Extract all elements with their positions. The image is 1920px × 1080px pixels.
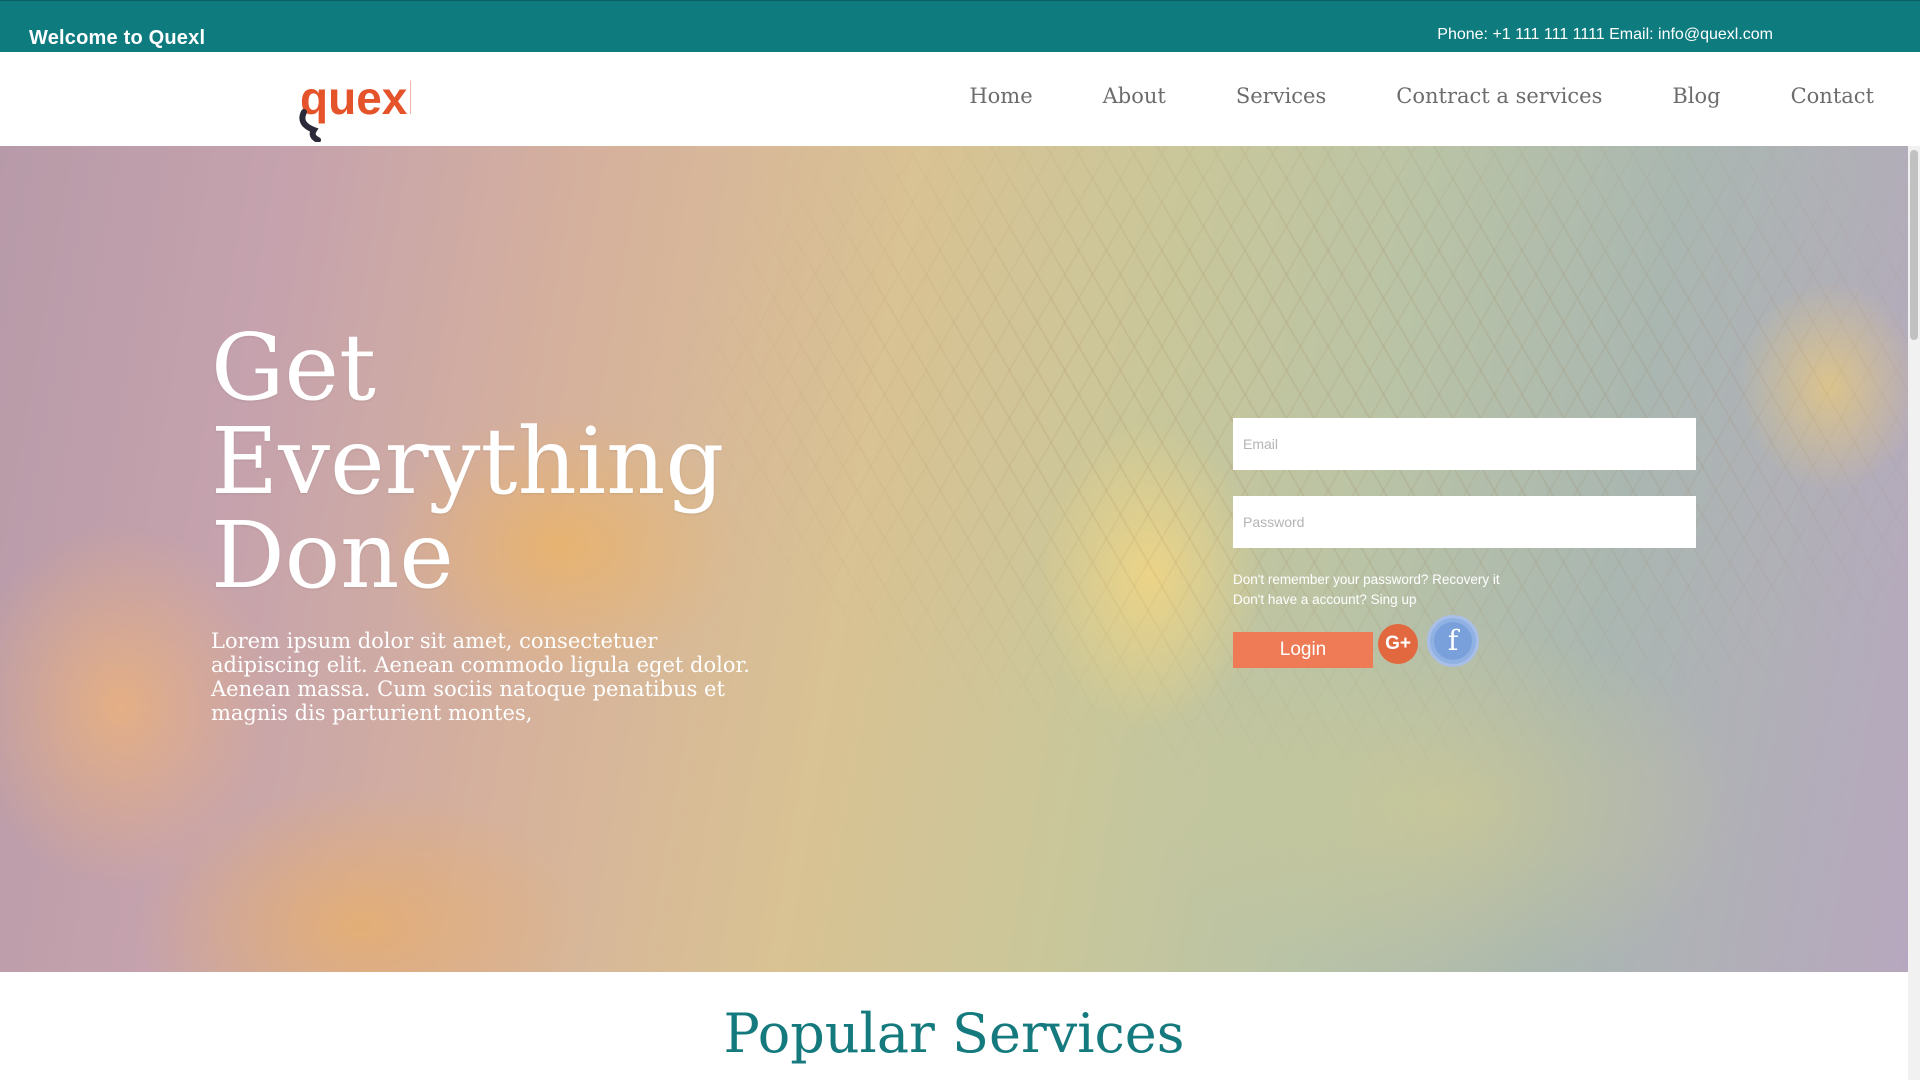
nav-contact[interactable]: Contact bbox=[1791, 84, 1874, 108]
recover-password-text[interactable]: Don't remember your password? Recovery i… bbox=[1233, 572, 1500, 587]
logo-text: quexl bbox=[300, 72, 411, 124]
facebook-glyph: f bbox=[1434, 622, 1472, 660]
login-button[interactable]: Login bbox=[1233, 632, 1373, 668]
scrollbar-thumb[interactable] bbox=[1910, 150, 1918, 340]
nav-home[interactable]: Home bbox=[969, 84, 1032, 108]
nav-services[interactable]: Services bbox=[1236, 84, 1326, 108]
signup-text[interactable]: Don't have a account? Sing up bbox=[1233, 592, 1416, 607]
hero-title: Get Everything Done bbox=[211, 314, 725, 609]
email-input[interactable] bbox=[1233, 418, 1696, 470]
main-nav: Home About Services Contract a services … bbox=[899, 84, 1874, 108]
popular-services-heading: Popular Services bbox=[723, 1002, 1185, 1065]
quexl-logo[interactable]: quexl bbox=[296, 64, 411, 142]
google-plus-icon[interactable]: G+ bbox=[1378, 624, 1418, 664]
nav-contract-services[interactable]: Contract a services bbox=[1396, 84, 1602, 108]
nav-about[interactable]: About bbox=[1103, 84, 1166, 108]
nav-blog[interactable]: Blog bbox=[1672, 84, 1720, 108]
top-bar: Welcome to Quexl Phone: +1 111 111 1111 … bbox=[0, 0, 1920, 75]
hero-banner: Get Everything Done Lorem ipsum dolor si… bbox=[0, 146, 1908, 972]
welcome-text: Welcome to Quexl bbox=[29, 27, 206, 49]
recover-password-link[interactable]: Don't remember your password? Recovery i… bbox=[1233, 572, 1500, 587]
contact-info: Phone: +1 111 111 1111 Email: info@quexl… bbox=[1437, 26, 1773, 43]
page-scrollbar[interactable] bbox=[1908, 146, 1920, 1080]
password-input[interactable] bbox=[1233, 496, 1696, 548]
signup-link[interactable]: Don't have a account? Sing up bbox=[1233, 592, 1416, 607]
hero-description: Lorem ipsum dolor sit amet, consectetuer… bbox=[211, 629, 750, 725]
facebook-icon[interactable]: f bbox=[1427, 615, 1479, 667]
